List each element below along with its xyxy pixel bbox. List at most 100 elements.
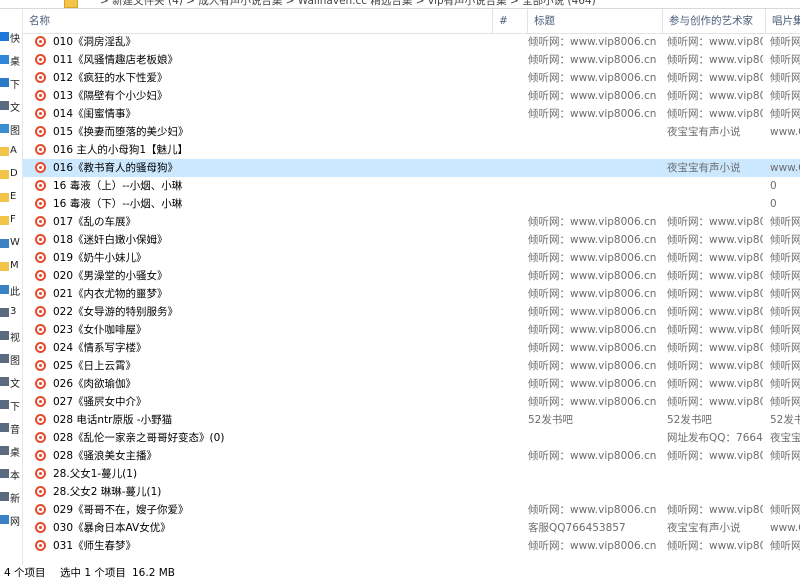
file-artist: 倾听网：www.vip8006.cn xyxy=(667,360,763,372)
nav-item[interactable]: 下 xyxy=(0,75,22,91)
address-bar[interactable]: > 新建文件夹 (4) > 成人有声小说合集 > Wallhaven.cc 精选… xyxy=(0,0,800,9)
nav-item[interactable]: E xyxy=(0,190,22,206)
file-row[interactable]: 030《暴肏日本AV女优》 客服QQ766453857 夜宝宝有声小说 www.6 xyxy=(23,519,800,537)
nav-item[interactable]: D xyxy=(0,167,22,183)
audio-file-icon xyxy=(35,252,46,263)
file-row[interactable]: 028 电话ntr原版 -小野猫 52发书吧 52发书吧 52发书 xyxy=(23,411,800,429)
nav-item[interactable]: 快 xyxy=(0,29,22,45)
file-row[interactable]: 16 毒液（上）--小烟、小琳 0 xyxy=(23,177,800,195)
nav-item[interactable]: 文 xyxy=(0,374,22,390)
file-row[interactable]: 026《肉欲瑜伽》 倾听网：www.vip8006.cn 倾听网：www.vip80… xyxy=(23,375,800,393)
file-row[interactable]: 28.父女2 琳琳-蔓儿(1) xyxy=(23,483,800,501)
audio-file-icon xyxy=(35,306,46,317)
file-row[interactable]: 028《骚浪美女主播》 倾听网：www.vip8006.cn 倾听网：www.vip… xyxy=(23,447,800,465)
nav-item[interactable]: 本 xyxy=(0,466,22,482)
file-row[interactable]: 018《迷奸白嫩小保姆》 倾听网：www.vip8006.cn 倾听网：www.vi… xyxy=(23,231,800,249)
file-album: 倾听网：www.vip8006.cn xyxy=(770,54,800,66)
file-row[interactable]: 015《换妻而堕落的美少妇》 夜宝宝有声小说 www.6 xyxy=(23,123,800,141)
nav-item[interactable]: 桌 xyxy=(0,443,22,459)
audio-file-icon xyxy=(35,522,46,533)
selection-size: 16.2 MB xyxy=(132,567,175,579)
file-row[interactable]: 16 毒液（下）--小烟、小琳 0 xyxy=(23,195,800,213)
file-row[interactable]: 016《教书育人的骚母狗》 夜宝宝有声小说 www.6 xyxy=(23,159,800,177)
column-header-number[interactable]: # xyxy=(493,9,528,33)
file-row[interactable]: 016 主人的小母狗1【魅儿】 xyxy=(23,141,800,159)
file-row[interactable]: 019《奶牛小妹儿》 倾听网：www.vip8006.cn 倾听网：www.vip8… xyxy=(23,249,800,267)
nav-item[interactable]: 桌 xyxy=(0,52,22,68)
nav-item[interactable]: 图 xyxy=(0,351,22,367)
audio-file-icon xyxy=(35,36,46,47)
file-row[interactable]: 023《女仆咖啡屋》 倾听网：www.vip8006.cn 倾听网：www.vip8… xyxy=(23,321,800,339)
drive-icon xyxy=(0,469,9,478)
nav-item[interactable]: 新 xyxy=(0,489,22,505)
file-artist: 倾听网：www.vip8006.cn xyxy=(667,54,763,66)
nav-item-label: 快 xyxy=(10,34,20,45)
file-artist: 网址发布QQ：766453857 xyxy=(667,432,763,444)
file-row[interactable]: 28.父女1-蔓儿(1) xyxy=(23,465,800,483)
file-title: 倾听网：www.vip8006.cn xyxy=(528,234,657,246)
audio-file-icon xyxy=(35,432,46,443)
file-row[interactable]: 010《洞房淫乱》 倾听网：www.vip8006.cn 倾听网：www.vip80… xyxy=(23,33,800,51)
file-row[interactable]: 022《女导游的特别服务》 倾听网：www.vip8006.cn 倾听网：www.v… xyxy=(23,303,800,321)
breadcrumb[interactable]: > 新建文件夹 (4) > 成人有声小说合集 > Wallhaven.cc 精选… xyxy=(100,0,596,8)
audio-file-icon xyxy=(35,486,46,497)
file-album: 倾听网：www.vip8006.cn xyxy=(770,288,800,300)
column-header-title[interactable]: 标题 xyxy=(528,9,663,33)
nav-item[interactable]: 音 xyxy=(0,420,22,436)
nav-item[interactable]: 3 xyxy=(0,305,22,321)
audio-file-icon xyxy=(35,396,46,407)
nav-item[interactable]: W xyxy=(0,236,22,252)
file-artist: 倾听网：www.vip8006.cn xyxy=(667,288,763,300)
file-row[interactable]: 028《乱伦一家亲之哥哥好变态》(0) 网址发布QQ：766453857 夜宝宝 xyxy=(23,429,800,447)
file-row[interactable]: 013《隔壁有个小少妇》 倾听网：www.vip8006.cn 倾听网：www.vi… xyxy=(23,87,800,105)
column-header-artist[interactable]: 参与创作的艺术家 xyxy=(663,9,766,33)
file-name: 018《迷奸白嫩小保姆》 xyxy=(53,234,168,246)
nav-item[interactable]: A xyxy=(0,144,22,160)
nav-item[interactable]: M xyxy=(0,259,22,275)
file-artist: 倾听网：www.vip8006.cn xyxy=(667,504,763,516)
file-title: 倾听网：www.vip8006.cn xyxy=(528,540,657,552)
file-album: www.6 xyxy=(770,162,800,174)
column-headers: 名称 # 标题 参与创作的艺术家 唱片集 xyxy=(23,9,800,34)
audio-file-icon xyxy=(35,540,46,551)
file-album: 倾听网：www.vip8006.cn xyxy=(770,324,800,336)
file-row[interactable]: 011《风骚情趣店老板娘》 倾听网：www.vip8006.cn 倾听网：www.v… xyxy=(23,51,800,69)
file-list[interactable]: 010《洞房淫乱》 倾听网：www.vip8006.cn 倾听网：www.vip80… xyxy=(23,33,800,565)
nav-item[interactable]: 文 xyxy=(0,98,22,114)
file-row[interactable]: 029《哥哥不在，嫂子你爱》 倾听网：www.vip8006.cn 倾听网：www.… xyxy=(23,501,800,519)
download-icon xyxy=(0,78,9,87)
star-icon xyxy=(0,32,9,41)
file-artist: 夜宝宝有声小说 xyxy=(667,126,741,138)
nav-item[interactable]: 网 xyxy=(0,512,22,528)
column-header-name[interactable]: 名称 xyxy=(23,9,493,33)
file-row[interactable]: 020《男澡堂的小骚女》 倾听网：www.vip8006.cn 倾听网：www.vi… xyxy=(23,267,800,285)
nav-item[interactable]: F xyxy=(0,213,22,229)
file-row[interactable]: 017《乱の车展》 倾听网：www.vip8006.cn 倾听网：www.vip80… xyxy=(23,213,800,231)
column-header-album[interactable]: 唱片集 xyxy=(766,9,800,33)
file-row[interactable]: 014《闺蜜情事》 倾听网：www.vip8006.cn 倾听网：www.vip80… xyxy=(23,105,800,123)
nav-item[interactable]: 下 xyxy=(0,397,22,413)
file-row[interactable]: 025《日上云霄》 倾听网：www.vip8006.cn 倾听网：www.vip80… xyxy=(23,357,800,375)
file-name: 029《哥哥不在，嫂子你爱》 xyxy=(53,504,189,516)
nav-item-label: 3 xyxy=(10,306,17,317)
nav-item-label: 音 xyxy=(10,425,20,436)
file-name: 030《暴肏日本AV女优》 xyxy=(53,522,171,534)
nav-item[interactable]: 此 xyxy=(0,282,22,298)
file-row[interactable]: 024《情系写字楼》 倾听网：www.vip8006.cn 倾听网：www.vip8… xyxy=(23,339,800,357)
file-album: 0 xyxy=(770,180,777,192)
file-row[interactable]: 027《骚屄女中介》 倾听网：www.vip8006.cn 倾听网：www.vip8… xyxy=(23,393,800,411)
status-bar: 4 个项目 选中 1 个项目 16.2 MB xyxy=(0,565,800,582)
file-row[interactable]: 031《师生春梦》 倾听网：www.vip8006.cn 倾听网：www.vip80… xyxy=(23,537,800,555)
file-row[interactable]: 012《疯狂的水下性爱》 倾听网：www.vip8006.cn 倾听网：www.vi… xyxy=(23,69,800,87)
navigation-pane[interactable]: 快桌下文图ADEFWM此3视图文下音桌本新网 xyxy=(0,9,22,565)
file-artist: 夜宝宝有声小说 xyxy=(667,522,741,534)
file-name: 022《女导游的特别服务》 xyxy=(53,306,179,318)
nav-item[interactable]: 视 xyxy=(0,328,22,344)
nav-item[interactable]: 图 xyxy=(0,121,22,137)
file-name: 011《风骚情趣店老板娘》 xyxy=(53,54,179,66)
file-name: 027《骚屄女中介》 xyxy=(53,396,147,408)
file-row[interactable]: 021《内衣尤物的噩梦》 倾听网：www.vip8006.cn 倾听网：www.vi… xyxy=(23,285,800,303)
file-title: 倾听网：www.vip8006.cn xyxy=(528,324,657,336)
file-album: 倾听网：www.vip8006.cn xyxy=(770,234,800,246)
file-title xyxy=(528,195,658,213)
